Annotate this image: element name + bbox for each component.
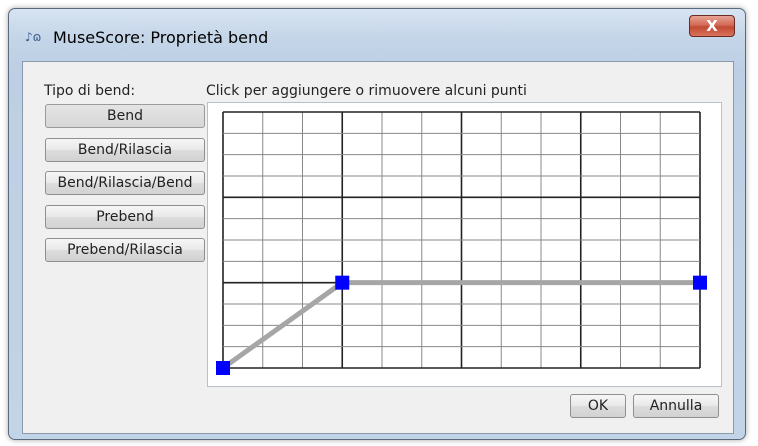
bend-properties-dialog: ♪ɷ MuseScore: Proprietà bend X Tipo di b…	[8, 8, 746, 440]
bend-type-label: Tipo di bend:	[44, 83, 136, 99]
musescore-icon: ♪ɷ	[25, 30, 42, 44]
cancel-button[interactable]: Annulla	[633, 394, 719, 418]
bend-point-0[interactable]	[216, 361, 230, 375]
bend-type-prebend-button[interactable]: Prebend	[45, 205, 205, 229]
bend-type-bend-release-bend-button[interactable]: Bend/Rilascia/Bend	[45, 171, 205, 195]
window-title: MuseScore: Proprietà bend	[53, 28, 269, 47]
bend-type-bend-button[interactable]: Bend	[45, 104, 205, 128]
bend-type-prebend-release-button[interactable]: Prebend/Rilascia	[45, 238, 205, 262]
ok-button[interactable]: OK	[570, 394, 626, 418]
dialog-content: Tipo di bend: Click per aggiungere o rim…	[22, 61, 734, 434]
close-button[interactable]: X	[689, 15, 735, 37]
bend-graph-canvas[interactable]	[208, 103, 721, 386]
bend-graph[interactable]	[207, 102, 722, 387]
bend-point-2[interactable]	[693, 275, 707, 290]
bend-type-bend-release-button[interactable]: Bend/Rilascia	[45, 138, 205, 162]
graph-instruction: Click per aggiungere o rimuovere alcuni …	[206, 83, 527, 99]
title-bar[interactable]: ♪ɷ MuseScore: Proprietà bend X	[9, 9, 745, 59]
bend-point-1[interactable]	[335, 275, 350, 290]
